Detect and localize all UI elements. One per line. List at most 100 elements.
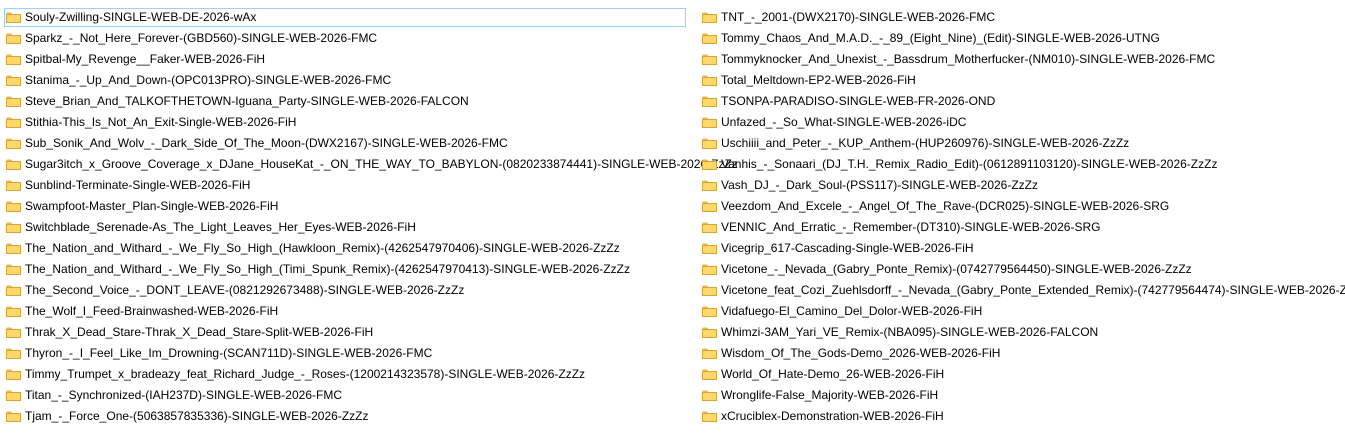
folder-icon — [6, 137, 21, 149]
folder-name-label: Vicetone_feat_Cozi_Zuehlsdorff_-_Nevada_… — [721, 283, 1345, 297]
folder-list-item[interactable]: Tjam_-_Force_One-(5063857835336)-SINGLE-… — [4, 407, 738, 426]
folder-icon — [6, 410, 21, 422]
folder-icon — [702, 368, 717, 380]
folder-name-label: Spitbal-My_Revenge__Faker-WEB-2026-FiH — [25, 52, 266, 66]
folder-list-item[interactable]: VENNIC_And_Erratic_-_Remember-(DT310)-SI… — [700, 218, 1345, 237]
folder-name-label: Sugar3itch_x_Groove_Coverage_x_DJane_Hou… — [25, 157, 738, 171]
folder-icon — [6, 95, 21, 107]
folder-list-item[interactable]: Sparkz_-_Not_Here_Forever-(GBD560)-SINGL… — [4, 29, 738, 48]
folder-icon — [702, 410, 717, 422]
folder-list-item[interactable]: The_Wolf_I_Feed-Brainwashed-WEB-2026-FiH — [4, 302, 738, 321]
file-list-right-column: TNT_-_2001-(DWX2170)-SINGLE-WEB-2026-FMC… — [700, 8, 1345, 428]
folder-icon — [702, 221, 717, 233]
folder-icon — [702, 242, 717, 254]
folder-name-label: Total_Meltdown-EP2-WEB-2026-FiH — [721, 73, 916, 87]
folder-list-item[interactable]: Vanhis_-_Sonaari_(DJ_T.H._Remix_Radio_Ed… — [700, 155, 1345, 174]
folder-name-label: The_Second_Voice_-_DONT_LEAVE-(082129267… — [25, 283, 465, 297]
folder-name-label: Wronglife-False_Majority-WEB-2026-FiH — [721, 388, 939, 402]
folder-name-label: The_Nation_and_Withard_-_We_Fly_So_High_… — [25, 262, 630, 276]
folder-list-item[interactable]: Sunblind-Terminate-Single-WEB-2026-FiH — [4, 176, 738, 195]
folder-icon — [6, 116, 21, 128]
folder-list-item[interactable]: Uschiiii_and_Peter_-_KUP_Anthem-(HUP2609… — [700, 134, 1345, 153]
folder-list-item[interactable]: The_Nation_and_Withard_-_We_Fly_So_High_… — [4, 260, 738, 279]
folder-icon — [6, 158, 21, 170]
folder-icon — [6, 368, 21, 380]
folder-list-item[interactable]: The_Nation_and_Withard_-_We_Fly_So_High_… — [4, 239, 738, 258]
folder-list-item[interactable]: Steve_Brian_And_TALKOFTHETOWN-Iguana_Par… — [4, 92, 738, 111]
folder-list-item[interactable]: xCruciblex-Demonstration-WEB-2026-FiH — [700, 407, 1345, 426]
folder-list-item[interactable]: Sugar3itch_x_Groove_Coverage_x_DJane_Hou… — [4, 155, 738, 174]
folder-list-item[interactable]: Titan_-_Synchronized-(IAH237D)-SINGLE-WE… — [4, 386, 738, 405]
folder-icon — [6, 389, 21, 401]
folder-icon — [702, 305, 717, 317]
folder-icon — [702, 200, 717, 212]
folder-name-label: Vidafuego-El_Camino_Del_Dolor-WEB-2026-F… — [721, 304, 983, 318]
folder-icon — [6, 263, 21, 275]
folder-icon — [702, 326, 717, 338]
folder-icon — [6, 326, 21, 338]
folder-name-label: Unfazed_-_So_What-SINGLE-WEB-2026-iDC — [721, 115, 967, 129]
folder-list-item[interactable]: Whimzi-3AM_Yari_VE_Remix-(NBA095)-SINGLE… — [700, 323, 1345, 342]
folder-name-label: Titan_-_Synchronized-(IAH237D)-SINGLE-WE… — [25, 388, 342, 402]
folder-list-item[interactable]: Sub_Sonik_And_Wolv_-_Dark_Side_Of_The_Mo… — [4, 134, 738, 153]
folder-name-label: Vash_DJ_-_Dark_Soul-(PSS117)-SINGLE-WEB-… — [721, 178, 1038, 192]
folder-list-item[interactable]: Spitbal-My_Revenge__Faker-WEB-2026-FiH — [4, 50, 738, 69]
folder-list-item[interactable]: Unfazed_-_So_What-SINGLE-WEB-2026-iDC — [700, 113, 1345, 132]
folder-icon — [6, 284, 21, 296]
folder-list-item[interactable]: TSONPA-PARADISO-SINGLE-WEB-FR-2026-OND — [700, 92, 1345, 111]
folder-name-label: Switchblade_Serenade-As_The_Light_Leaves… — [25, 220, 416, 234]
folder-icon — [702, 158, 717, 170]
folder-icon — [702, 116, 717, 128]
folder-icon — [6, 179, 21, 191]
folder-list-item[interactable]: Veezdom_And_Excele_-_Angel_Of_The_Rave-(… — [700, 197, 1345, 216]
folder-icon — [702, 347, 717, 359]
folder-list-item[interactable]: Tommy_Chaos_And_M.A.D._-_89_(Eight_Nine)… — [700, 29, 1345, 48]
folder-icon — [6, 53, 21, 65]
folder-list-item[interactable]: Stanima_-_Up_And_Down-(OPC013PRO)-SINGLE… — [4, 71, 738, 90]
folder-name-label: VENNIC_And_Erratic_-_Remember-(DT310)-SI… — [721, 220, 1101, 234]
folder-name-label: Uschiiii_and_Peter_-_KUP_Anthem-(HUP2609… — [721, 136, 1130, 150]
folder-name-label: Timmy_Trumpet_x_bradeazy_feat_Richard_Ju… — [25, 367, 586, 381]
folder-icon — [702, 284, 717, 296]
folder-icon — [702, 53, 717, 65]
folder-list-item[interactable]: Vidafuego-El_Camino_Del_Dolor-WEB-2026-F… — [700, 302, 1345, 321]
folder-name-label: Vicetone_-_Nevada_(Gabry_Ponte_Remix)-(0… — [721, 262, 1192, 276]
folder-icon — [6, 347, 21, 359]
folder-name-label: Wisdom_Of_The_Gods-Demo_2026-WEB-2026-Fi… — [721, 346, 1001, 360]
folder-list-item[interactable]: Souly-Zwilling-SINGLE-WEB-DE-2026-wAx — [4, 8, 686, 27]
folder-name-label: Swampfoot-Master_Plan-Single-WEB-2026-Fi… — [25, 199, 279, 213]
folder-name-label: Tommyknocker_And_Unexist_-_Bassdrum_Moth… — [721, 52, 1216, 66]
folder-name-label: Thyron_-_I_Feel_Like_Im_Drowning-(SCAN71… — [25, 346, 433, 360]
folder-list-item[interactable]: Switchblade_Serenade-As_The_Light_Leaves… — [4, 218, 738, 237]
folder-list-item[interactable]: Wronglife-False_Majority-WEB-2026-FiH — [700, 386, 1345, 405]
folder-name-label: TNT_-_2001-(DWX2170)-SINGLE-WEB-2026-FMC — [721, 10, 996, 24]
folder-list-item[interactable]: Vicegrip_617-Cascading-Single-WEB-2026-F… — [700, 239, 1345, 258]
folder-icon — [702, 263, 717, 275]
folder-name-label: Stanima_-_Up_And_Down-(OPC013PRO)-SINGLE… — [25, 73, 392, 87]
folder-list-item[interactable]: Swampfoot-Master_Plan-Single-WEB-2026-Fi… — [4, 197, 738, 216]
folder-list-item[interactable]: Stithia-This_Is_Not_An_Exit-Single-WEB-2… — [4, 113, 738, 132]
folder-list-item[interactable]: Vicetone_-_Nevada_(Gabry_Ponte_Remix)-(0… — [700, 260, 1345, 279]
folder-list-item[interactable]: Wisdom_Of_The_Gods-Demo_2026-WEB-2026-Fi… — [700, 344, 1345, 363]
folder-name-label: World_Of_Hate-Demo_26-WEB-2026-FiH — [721, 367, 945, 381]
folder-name-label: Steve_Brian_And_TALKOFTHETOWN-Iguana_Par… — [25, 94, 469, 108]
folder-name-label: The_Wolf_I_Feed-Brainwashed-WEB-2026-FiH — [25, 304, 279, 318]
folder-list-item[interactable]: The_Second_Voice_-_DONT_LEAVE-(082129267… — [4, 281, 738, 300]
folder-icon — [6, 242, 21, 254]
folder-list-item[interactable]: Vash_DJ_-_Dark_Soul-(PSS117)-SINGLE-WEB-… — [700, 176, 1345, 195]
folder-icon — [702, 389, 717, 401]
folder-list-item[interactable]: Thrak_X_Dead_Stare-Thrak_X_Dead_Stare-Sp… — [4, 323, 738, 342]
folder-icon — [6, 200, 21, 212]
folder-list-item[interactable]: Total_Meltdown-EP2-WEB-2026-FiH — [700, 71, 1345, 90]
folder-list-item[interactable]: Tommyknocker_And_Unexist_-_Bassdrum_Moth… — [700, 50, 1345, 69]
folder-icon — [702, 95, 717, 107]
folder-list-item[interactable]: Timmy_Trumpet_x_bradeazy_feat_Richard_Ju… — [4, 365, 738, 384]
folder-icon — [6, 32, 21, 44]
folder-list-item[interactable]: TNT_-_2001-(DWX2170)-SINGLE-WEB-2026-FMC — [700, 8, 1345, 27]
folder-list-item[interactable]: Vicetone_feat_Cozi_Zuehlsdorff_-_Nevada_… — [700, 281, 1345, 300]
folder-list-item[interactable]: World_Of_Hate-Demo_26-WEB-2026-FiH — [700, 365, 1345, 384]
folder-name-label: Veezdom_And_Excele_-_Angel_Of_The_Rave-(… — [721, 199, 1170, 213]
folder-name-label: Vanhis_-_Sonaari_(DJ_T.H._Remix_Radio_Ed… — [721, 157, 1218, 171]
folder-list-item[interactable]: Thyron_-_I_Feel_Like_Im_Drowning-(SCAN71… — [4, 344, 738, 363]
folder-name-label: xCruciblex-Demonstration-WEB-2026-FiH — [721, 409, 944, 423]
